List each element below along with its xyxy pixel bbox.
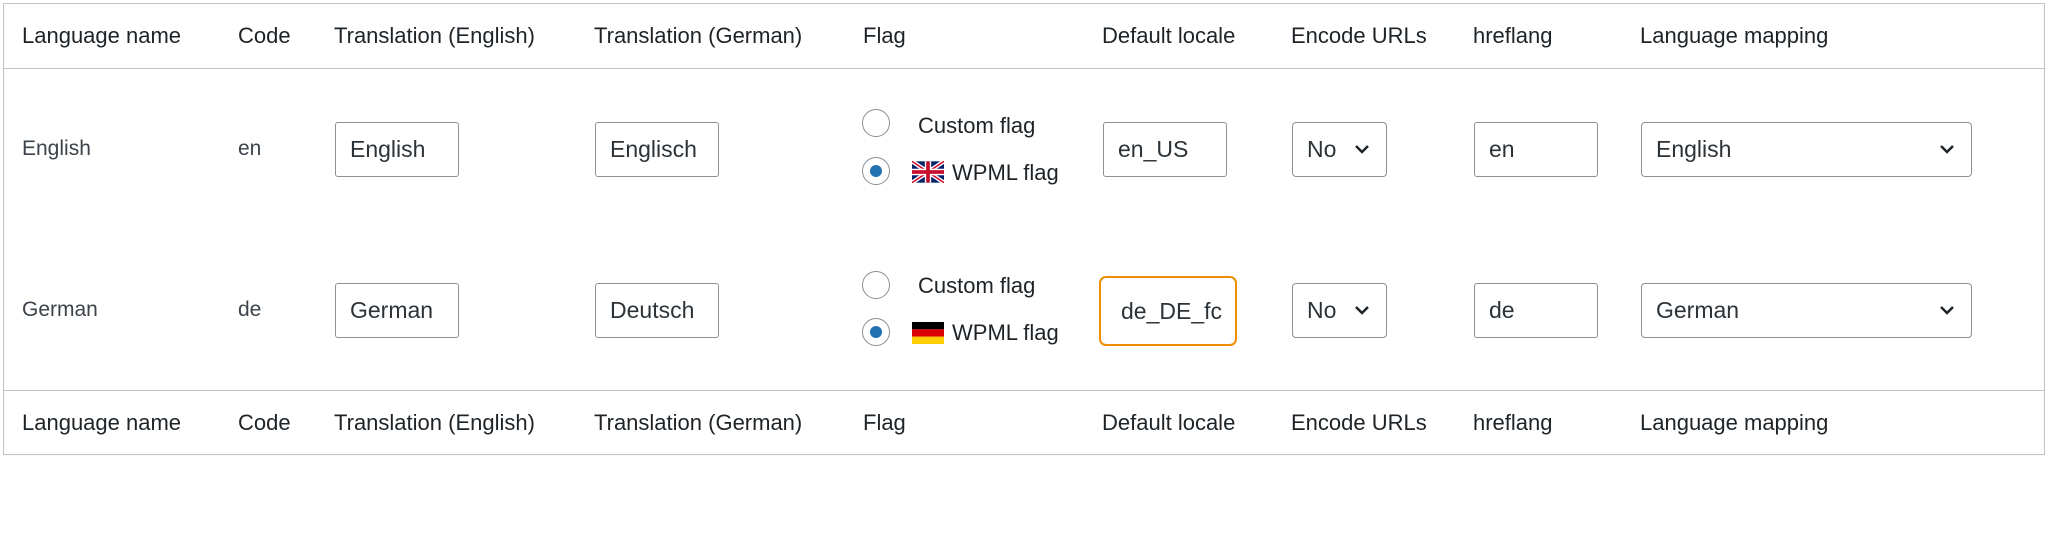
language-name: German <box>22 298 98 321</box>
translation-english-input[interactable]: German <box>335 283 459 338</box>
wpml-flag-radio[interactable] <box>862 157 890 185</box>
header-language-name: Language name <box>22 23 182 48</box>
header-translation-english: Translation (English) <box>334 23 535 48</box>
header-translation-german: Translation (German) <box>594 23 803 48</box>
translation-english-input[interactable]: English <box>335 122 459 177</box>
footer-code: Code <box>238 410 291 435</box>
language-mapping-value: German <box>1656 297 1740 323</box>
chevron-down-icon <box>1355 145 1369 154</box>
encode-urls-value: No <box>1307 136 1337 162</box>
custom-flag-radio[interactable] <box>862 109 890 137</box>
hreflang-input[interactable]: de <box>1474 283 1598 338</box>
table-footer: Language name Code Translation (English)… <box>4 390 2044 455</box>
custom-flag-radio[interactable] <box>862 271 890 299</box>
translation-german-input[interactable]: Englisch <box>595 122 719 177</box>
wpml-flag-label: WPML flag <box>952 320 1059 345</box>
default-locale-input[interactable]: de_DE_fc <box>1099 276 1237 346</box>
language-mapping-select[interactable]: German <box>1641 283 1972 338</box>
wpml-flag-label: WPML flag <box>952 160 1059 185</box>
uk-flag-icon <box>912 161 944 183</box>
footer-flag: Flag <box>863 410 906 435</box>
footer-encode-urls: Encode URLs <box>1291 410 1427 435</box>
wpml-flag-radio[interactable] <box>862 318 890 346</box>
header-flag: Flag <box>863 23 906 48</box>
language-code: de <box>238 298 262 321</box>
header-code: Code <box>238 23 291 48</box>
table-row: German de German Deutsch Custom flag WPM… <box>4 229 2044 389</box>
language-code: en <box>238 137 262 160</box>
footer-language-name: Language name <box>22 410 182 435</box>
languages-table: Language name Code Translation (English)… <box>3 3 2045 455</box>
language-mapping-value: English <box>1656 136 1732 162</box>
custom-flag-label: Custom flag <box>918 273 1036 298</box>
table-header: Language name Code Translation (English)… <box>4 4 2044 69</box>
chevron-down-icon <box>1940 306 1954 315</box>
footer-hreflang: hreflang <box>1473 410 1553 435</box>
chevron-down-icon <box>1940 145 1954 154</box>
footer-language-mapping: Language mapping <box>1640 410 1829 435</box>
table-row: English en English Englisch Custom flag … <box>4 69 2044 229</box>
chevron-down-icon <box>1355 306 1369 315</box>
translation-german-input[interactable]: Deutsch <box>595 283 719 338</box>
header-encode-urls: Encode URLs <box>1291 23 1427 48</box>
language-name: English <box>22 137 91 160</box>
header-language-mapping: Language mapping <box>1640 23 1829 48</box>
encode-urls-select[interactable]: No <box>1292 283 1387 338</box>
footer-default-locale: Default locale <box>1102 410 1236 435</box>
encode-urls-value: No <box>1307 297 1337 323</box>
custom-flag-label: Custom flag <box>918 113 1036 138</box>
language-mapping-select[interactable]: English <box>1641 122 1972 177</box>
footer-translation-german: Translation (German) <box>594 410 803 435</box>
germany-flag-icon <box>912 322 944 344</box>
header-hreflang: hreflang <box>1473 23 1553 48</box>
footer-translation-english: Translation (English) <box>334 410 535 435</box>
encode-urls-select[interactable]: No <box>1292 122 1387 177</box>
default-locale-input[interactable]: en_US <box>1103 122 1227 177</box>
hreflang-input[interactable]: en <box>1474 122 1598 177</box>
header-default-locale: Default locale <box>1102 23 1236 48</box>
